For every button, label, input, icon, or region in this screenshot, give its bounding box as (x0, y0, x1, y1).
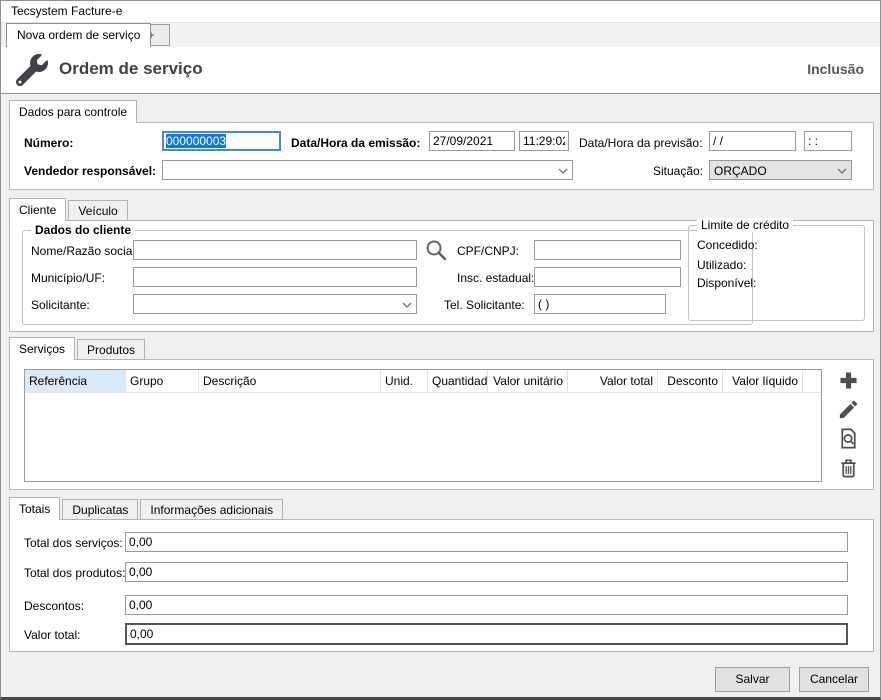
tab-informacoes-adicionais[interactable]: Informações adicionais (140, 499, 283, 520)
cancel-button[interactable]: Cancelar (799, 667, 869, 692)
add-item-button[interactable] (837, 369, 860, 392)
pencil-icon (837, 398, 860, 421)
concedido-label: Concedido: (697, 238, 758, 252)
tab-totais[interactable]: Totais (9, 497, 60, 520)
page-title: Ordem de serviço (59, 59, 203, 79)
disponivel-label: Disponível: (697, 276, 756, 290)
delete-item-button[interactable] (837, 456, 860, 479)
document-magnifier-icon (837, 427, 860, 450)
selected-text: 000000003 (166, 134, 226, 148)
total-servicos-input[interactable] (125, 532, 848, 552)
totais-panel: Total dos serviços: Total dos produtos: … (9, 519, 874, 652)
utilizado-label: Utilizado: (697, 258, 746, 272)
plus-icon (837, 369, 860, 392)
tel-input[interactable] (534, 294, 666, 314)
tab-veiculo[interactable]: Veículo (68, 200, 127, 221)
tab-duplicatas[interactable]: Duplicatas (62, 499, 138, 520)
previsao-time-input[interactable] (804, 131, 852, 151)
insc-label: Insc. estadual: (457, 271, 534, 285)
solicitante-label: Solicitante: (31, 298, 90, 312)
col-desconto[interactable]: Desconto (658, 370, 723, 392)
limite-credito-groupbox: Limite de crédito Concedido: Utilizado: … (688, 225, 865, 321)
previsao-label: Data/Hora da previsão: (579, 136, 702, 150)
servicos-table-header: Referência Grupo Descrição Unid. Quantid… (25, 370, 821, 393)
emissao-date-input[interactable] (429, 131, 515, 151)
tab-cliente[interactable]: Cliente (9, 198, 66, 221)
page-header: Ordem de serviço Inclusão (1, 47, 880, 93)
chevron-down-icon (837, 168, 847, 174)
total-servicos-label: Total dos serviços: (24, 536, 123, 550)
dados-cliente-groupbox: Dados do cliente Nome/Razão social: CPF/… (22, 230, 753, 325)
dados-controle-panel: Número: 000000003 Data/Hora da emissão: … (9, 122, 874, 190)
chevron-down-icon (402, 302, 412, 308)
municipio-input[interactable] (133, 267, 417, 287)
emissao-label: Data/Hora da emissão: (291, 136, 420, 150)
tab-produtos[interactable]: Produtos (77, 339, 145, 360)
cpf-label: CPF/CNPJ: (457, 244, 519, 258)
col-quantidade[interactable]: Quantidade (428, 370, 488, 392)
col-valor-total[interactable]: Valor total (568, 370, 658, 392)
vendedor-select[interactable] (162, 160, 573, 180)
col-valor-liquido[interactable]: Valor líquido (723, 370, 803, 392)
insc-input[interactable] (534, 267, 681, 287)
servicos-actions (837, 369, 860, 479)
situacao-select[interactable]: ORÇADO (709, 160, 852, 180)
tab-servicos[interactable]: Serviços (9, 337, 75, 360)
magnifier-icon (424, 238, 448, 262)
descontos-label: Descontos: (24, 599, 84, 613)
save-button[interactable]: Salvar (715, 667, 790, 692)
solicitante-select[interactable] (133, 294, 417, 314)
descontos-input[interactable] (125, 595, 848, 615)
previsao-date-input[interactable] (709, 131, 796, 151)
numero-input[interactable]: 000000003 (162, 131, 281, 151)
municipio-label: Município/UF: (31, 271, 105, 285)
cpf-input[interactable] (534, 240, 681, 260)
search-client-button[interactable] (424, 238, 448, 262)
emissao-time-input[interactable] (519, 131, 569, 151)
nome-label: Nome/Razão social: (31, 244, 138, 258)
total-produtos-input[interactable] (125, 562, 848, 582)
wrench-icon (16, 54, 48, 86)
col-descricao[interactable]: Descrição (199, 370, 381, 392)
window-title: Tecsystem Facture-e (1, 1, 880, 23)
app-window: Tecsystem Facture-e Nova ordem de serviç… (0, 0, 881, 700)
cliente-panel: Dados do cliente Nome/Razão social: CPF/… (9, 220, 874, 332)
col-filler (803, 370, 821, 392)
nome-input[interactable] (133, 240, 417, 260)
preview-item-button[interactable] (837, 427, 860, 450)
totais-tab-bar: Totais Duplicatas Informações adicionais (9, 497, 285, 520)
servicos-table: Referência Grupo Descrição Unid. Quantid… (24, 369, 822, 482)
numero-label: Número: (24, 136, 73, 150)
cliente-tab-bar: Cliente Veículo (9, 198, 130, 221)
col-grupo[interactable]: Grupo (126, 370, 199, 392)
col-referencia[interactable]: Referência (25, 370, 126, 392)
tab-nova-ordem-de-servico[interactable]: Nova ordem de serviço (6, 23, 151, 47)
dados-cliente-group-label: Dados do cliente (31, 223, 135, 237)
tel-label: Tel. Solicitante: (444, 298, 525, 312)
trash-icon (837, 456, 860, 479)
valor-total-label: Valor total: (24, 628, 80, 642)
situacao-value: ORÇADO (714, 164, 767, 178)
situacao-label: Situação: (653, 164, 703, 178)
chevron-down-icon (558, 168, 568, 174)
col-unid[interactable]: Unid. (381, 370, 428, 392)
tab-dados-para-controle[interactable]: Dados para controle (9, 100, 137, 123)
total-produtos-label: Total dos produtos: (24, 566, 125, 580)
col-valor-unitario[interactable]: Valor unitário (488, 370, 568, 392)
document-tab-bar: Nova ordem de serviço + (1, 23, 880, 47)
servicos-panel: Referência Grupo Descrição Unid. Quantid… (9, 359, 874, 490)
edit-item-button[interactable] (837, 398, 860, 421)
mode-label: Inclusão (807, 61, 864, 77)
controle-tab-bar: Dados para controle (9, 100, 139, 123)
servicos-tab-bar: Serviços Produtos (9, 337, 147, 360)
vendedor-label: Vendedor responsável: (24, 164, 156, 178)
valor-total-input[interactable] (125, 623, 848, 645)
limite-credito-group-label: Limite de crédito (697, 218, 793, 232)
